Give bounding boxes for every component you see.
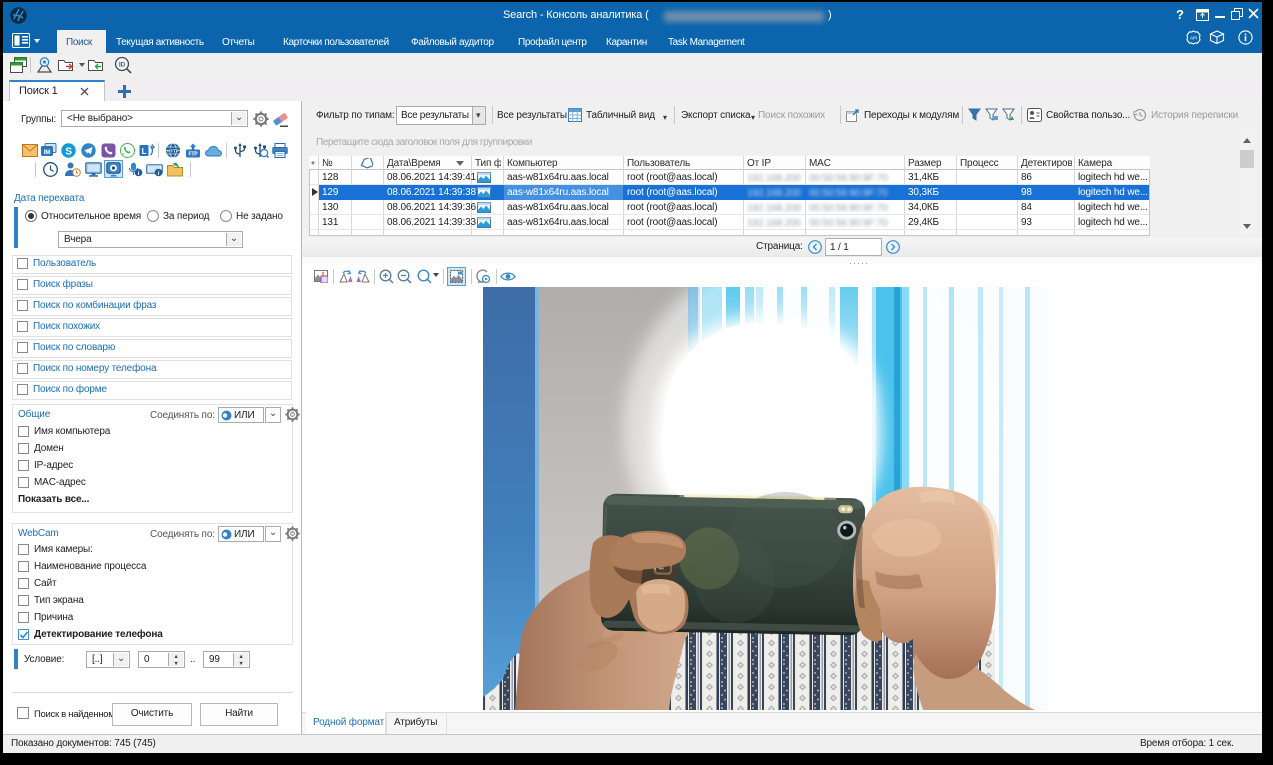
svg-text:S: S [65, 145, 72, 157]
svg-text:API: API [1190, 36, 1197, 41]
svg-text:L: L [142, 147, 147, 156]
svg-text:ID: ID [119, 62, 126, 69]
svg-text:IM: IM [44, 150, 51, 156]
svg-text:HTTP: HTTP [167, 148, 178, 153]
svg-text:FTP: FTP [189, 152, 199, 158]
